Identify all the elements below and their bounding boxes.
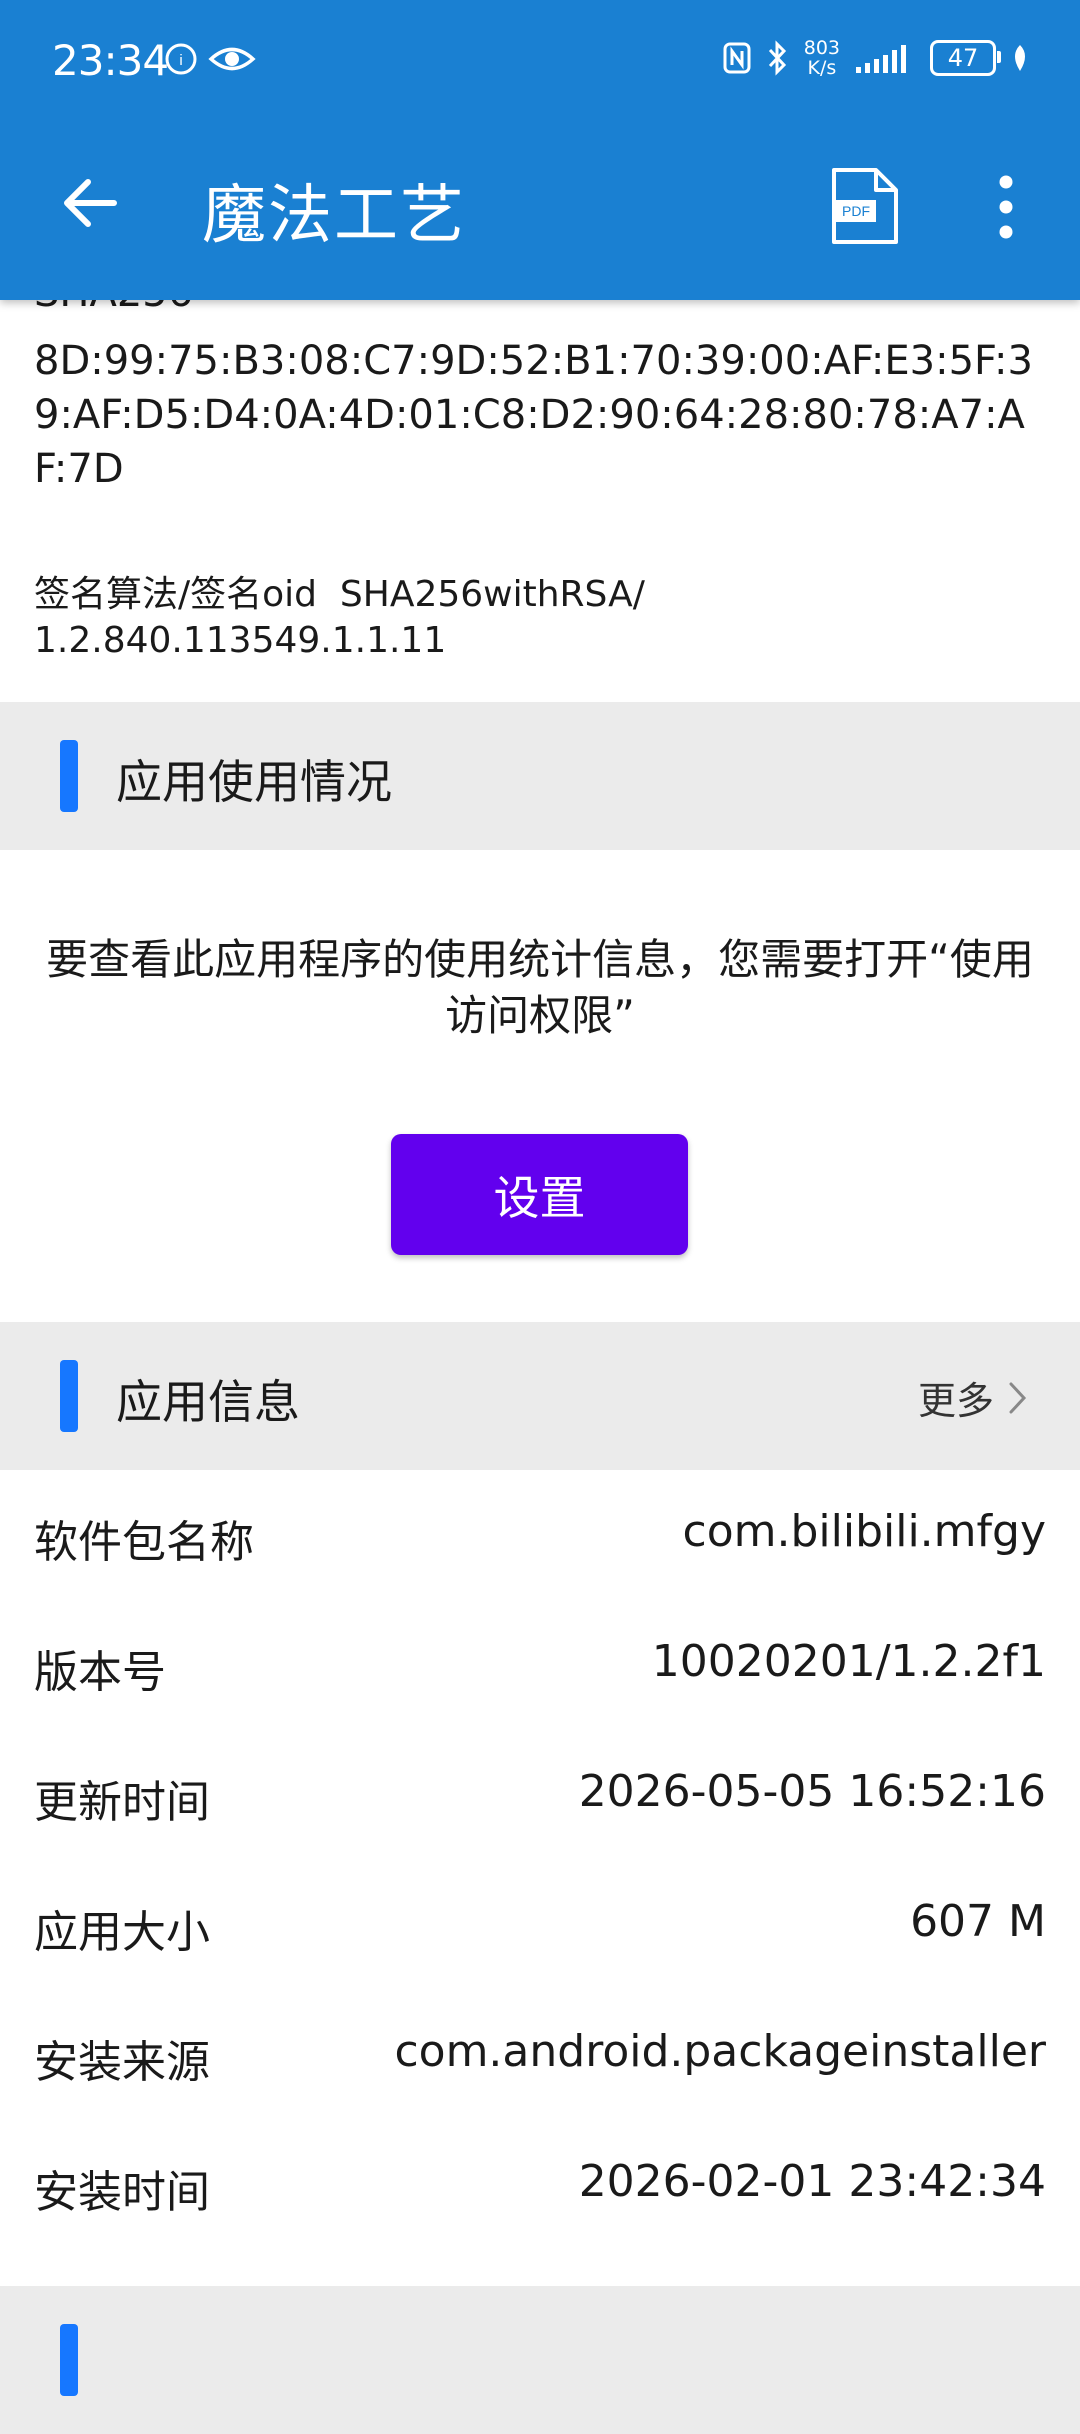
nfc-icon bbox=[723, 42, 751, 74]
info-row-package-name[interactable]: 软件包名称 com.bilibili.mfgy bbox=[0, 1470, 1080, 1600]
info-label: 安装时间 bbox=[34, 2167, 210, 2218]
signature-algorithm: 签名算法/签名oid SHA256withRSA/ 1.2.840.113549… bbox=[34, 572, 934, 664]
info-row-install-time[interactable]: 安装时间 2026-02-01 23:42:34 bbox=[0, 2120, 1080, 2250]
info-row-app-size[interactable]: 应用大小 607 M bbox=[0, 1860, 1080, 1990]
app-info-section-title: 应用信息 bbox=[116, 1375, 300, 1429]
more-label: 更多 bbox=[917, 1379, 994, 1423]
svg-text:i: i bbox=[179, 52, 182, 69]
info-label: 软件包名称 bbox=[34, 1517, 254, 1568]
status-time: 23:34 bbox=[52, 36, 169, 85]
more-vert-icon[interactable] bbox=[986, 172, 1026, 242]
settings-button[interactable]: 设置 bbox=[391, 1134, 688, 1255]
status-icons: 803 K/s 47 bbox=[722, 38, 1030, 78]
eye-icon bbox=[208, 47, 256, 71]
hd-call-icon: i bbox=[165, 43, 197, 75]
page-title: 魔法工艺 bbox=[202, 179, 466, 253]
chevron-right-icon bbox=[1009, 1382, 1027, 1413]
net-speed-unit: K/s bbox=[807, 57, 837, 79]
signature-algorithm-label: 签名算法/签名oid bbox=[34, 574, 318, 615]
info-value: 2026-05-05 16:52:16 bbox=[578, 1766, 1046, 1817]
pdf-label: PDF bbox=[842, 203, 870, 219]
info-value: 607 M bbox=[910, 1896, 1046, 1947]
net-speed-value: 803 bbox=[803, 37, 840, 59]
info-label: 版本号 bbox=[34, 1647, 166, 1698]
section-accent-bar bbox=[60, 1360, 78, 1432]
pdf-export-icon[interactable]: PDF bbox=[828, 166, 900, 246]
info-value: com.android.packageinstaller bbox=[394, 2026, 1046, 2077]
bluetooth-icon bbox=[768, 40, 786, 76]
section-accent-bar bbox=[60, 2324, 78, 2396]
usage-section-header: 应用使用情况 bbox=[0, 702, 1080, 850]
next-section-header bbox=[0, 2286, 1080, 2434]
app-info-section-header: 应用信息 更多 bbox=[0, 1322, 1080, 1470]
info-label: 应用大小 bbox=[34, 1907, 210, 1958]
section-accent-bar bbox=[60, 740, 78, 812]
back-arrow-icon[interactable] bbox=[56, 168, 126, 238]
info-row-install-source[interactable]: 安装来源 com.android.packageinstaller bbox=[0, 1990, 1080, 2120]
info-value: 2026-02-01 23:42:34 bbox=[578, 2156, 1046, 2207]
info-label: 安装来源 bbox=[34, 2037, 210, 2088]
usage-section-title: 应用使用情况 bbox=[116, 755, 392, 809]
net-speed: 803 K/s bbox=[804, 38, 840, 78]
leaf-icon bbox=[1015, 45, 1025, 71]
info-row-version[interactable]: 版本号 10020201/1.2.2f1 bbox=[0, 1600, 1080, 1730]
signal-icon bbox=[856, 45, 906, 73]
battery-level: 47 bbox=[947, 44, 979, 72]
info-value: 10020201/1.2.2f1 bbox=[651, 1636, 1046, 1687]
sha256-value: 8D:99:75:B3:08:C7:9D:52:B1:70:39:00:AF:E… bbox=[34, 338, 1033, 492]
app-bar: 23:34 i 803 K/s 47 魔法工艺 PDF bbox=[0, 0, 1080, 300]
usage-permission-message: 要查看此应用程序的使用统计信息，您需要打开“使用访问权限” bbox=[46, 935, 1034, 1040]
info-value: com.bilibili.mfgy bbox=[682, 1506, 1046, 1557]
info-label: 更新时间 bbox=[34, 1777, 210, 1828]
battery-indicator: 47 bbox=[930, 40, 1001, 76]
info-row-update-time[interactable]: 更新时间 2026-05-05 16:52:16 bbox=[0, 1730, 1080, 1860]
more-link[interactable]: 更多 bbox=[918, 1370, 1028, 1425]
